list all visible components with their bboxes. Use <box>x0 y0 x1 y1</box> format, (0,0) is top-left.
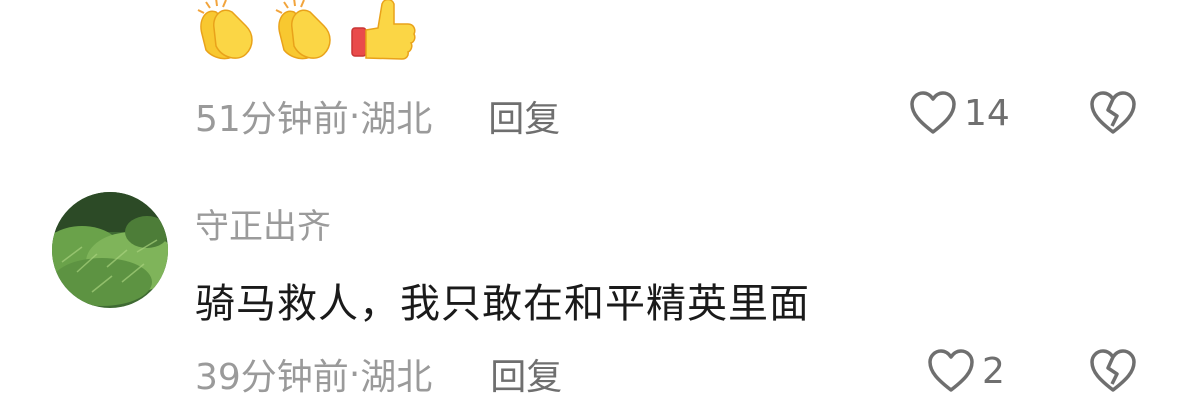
avatar[interactable] <box>52 192 168 308</box>
meta-separator: · <box>348 95 361 137</box>
reply-button[interactable]: 回复 <box>490 348 562 400</box>
like-count: 14 <box>964 92 1010 134</box>
comment-2-like-button[interactable]: 2 <box>926 348 1005 394</box>
thumbs-up-icon <box>351 0 416 60</box>
comment-1-emoji-row <box>192 0 418 64</box>
clapping-hands-icon <box>275 0 331 60</box>
heart-outline-icon <box>908 90 958 136</box>
heart-outline-icon <box>926 348 976 394</box>
comment-2-meta: 39分钟前 · 湖北 回复 <box>195 348 562 400</box>
comment-1-dislike-button[interactable] <box>1088 90 1138 136</box>
comment-location: 湖北 <box>360 357 433 398</box>
comment-list: 51分钟前 · 湖北 回复 14 守正出齐 骑马救人，我只敢在和平精英里面 39… <box>0 0 1200 416</box>
clapping-hands-icon <box>197 0 253 60</box>
broken-heart-icon <box>1088 90 1138 136</box>
comment-text: 骑马救人，我只敢在和平精英里面 <box>195 281 810 327</box>
comment-location: 湖北 <box>360 99 433 140</box>
broken-heart-icon <box>1088 348 1138 394</box>
comment-2-dislike-button[interactable] <box>1088 348 1138 394</box>
username[interactable]: 守正出齐 <box>195 199 331 248</box>
comment-1-meta: 51分钟前 · 湖北 回复 <box>195 90 560 142</box>
reply-button[interactable]: 回复 <box>488 90 560 142</box>
like-count: 2 <box>982 350 1005 392</box>
comment-1-like-button[interactable]: 14 <box>908 90 1010 136</box>
meta-separator: · <box>348 353 361 395</box>
comment-time: 39分钟前 <box>195 357 349 398</box>
comment-time: 51分钟前 <box>195 99 349 140</box>
